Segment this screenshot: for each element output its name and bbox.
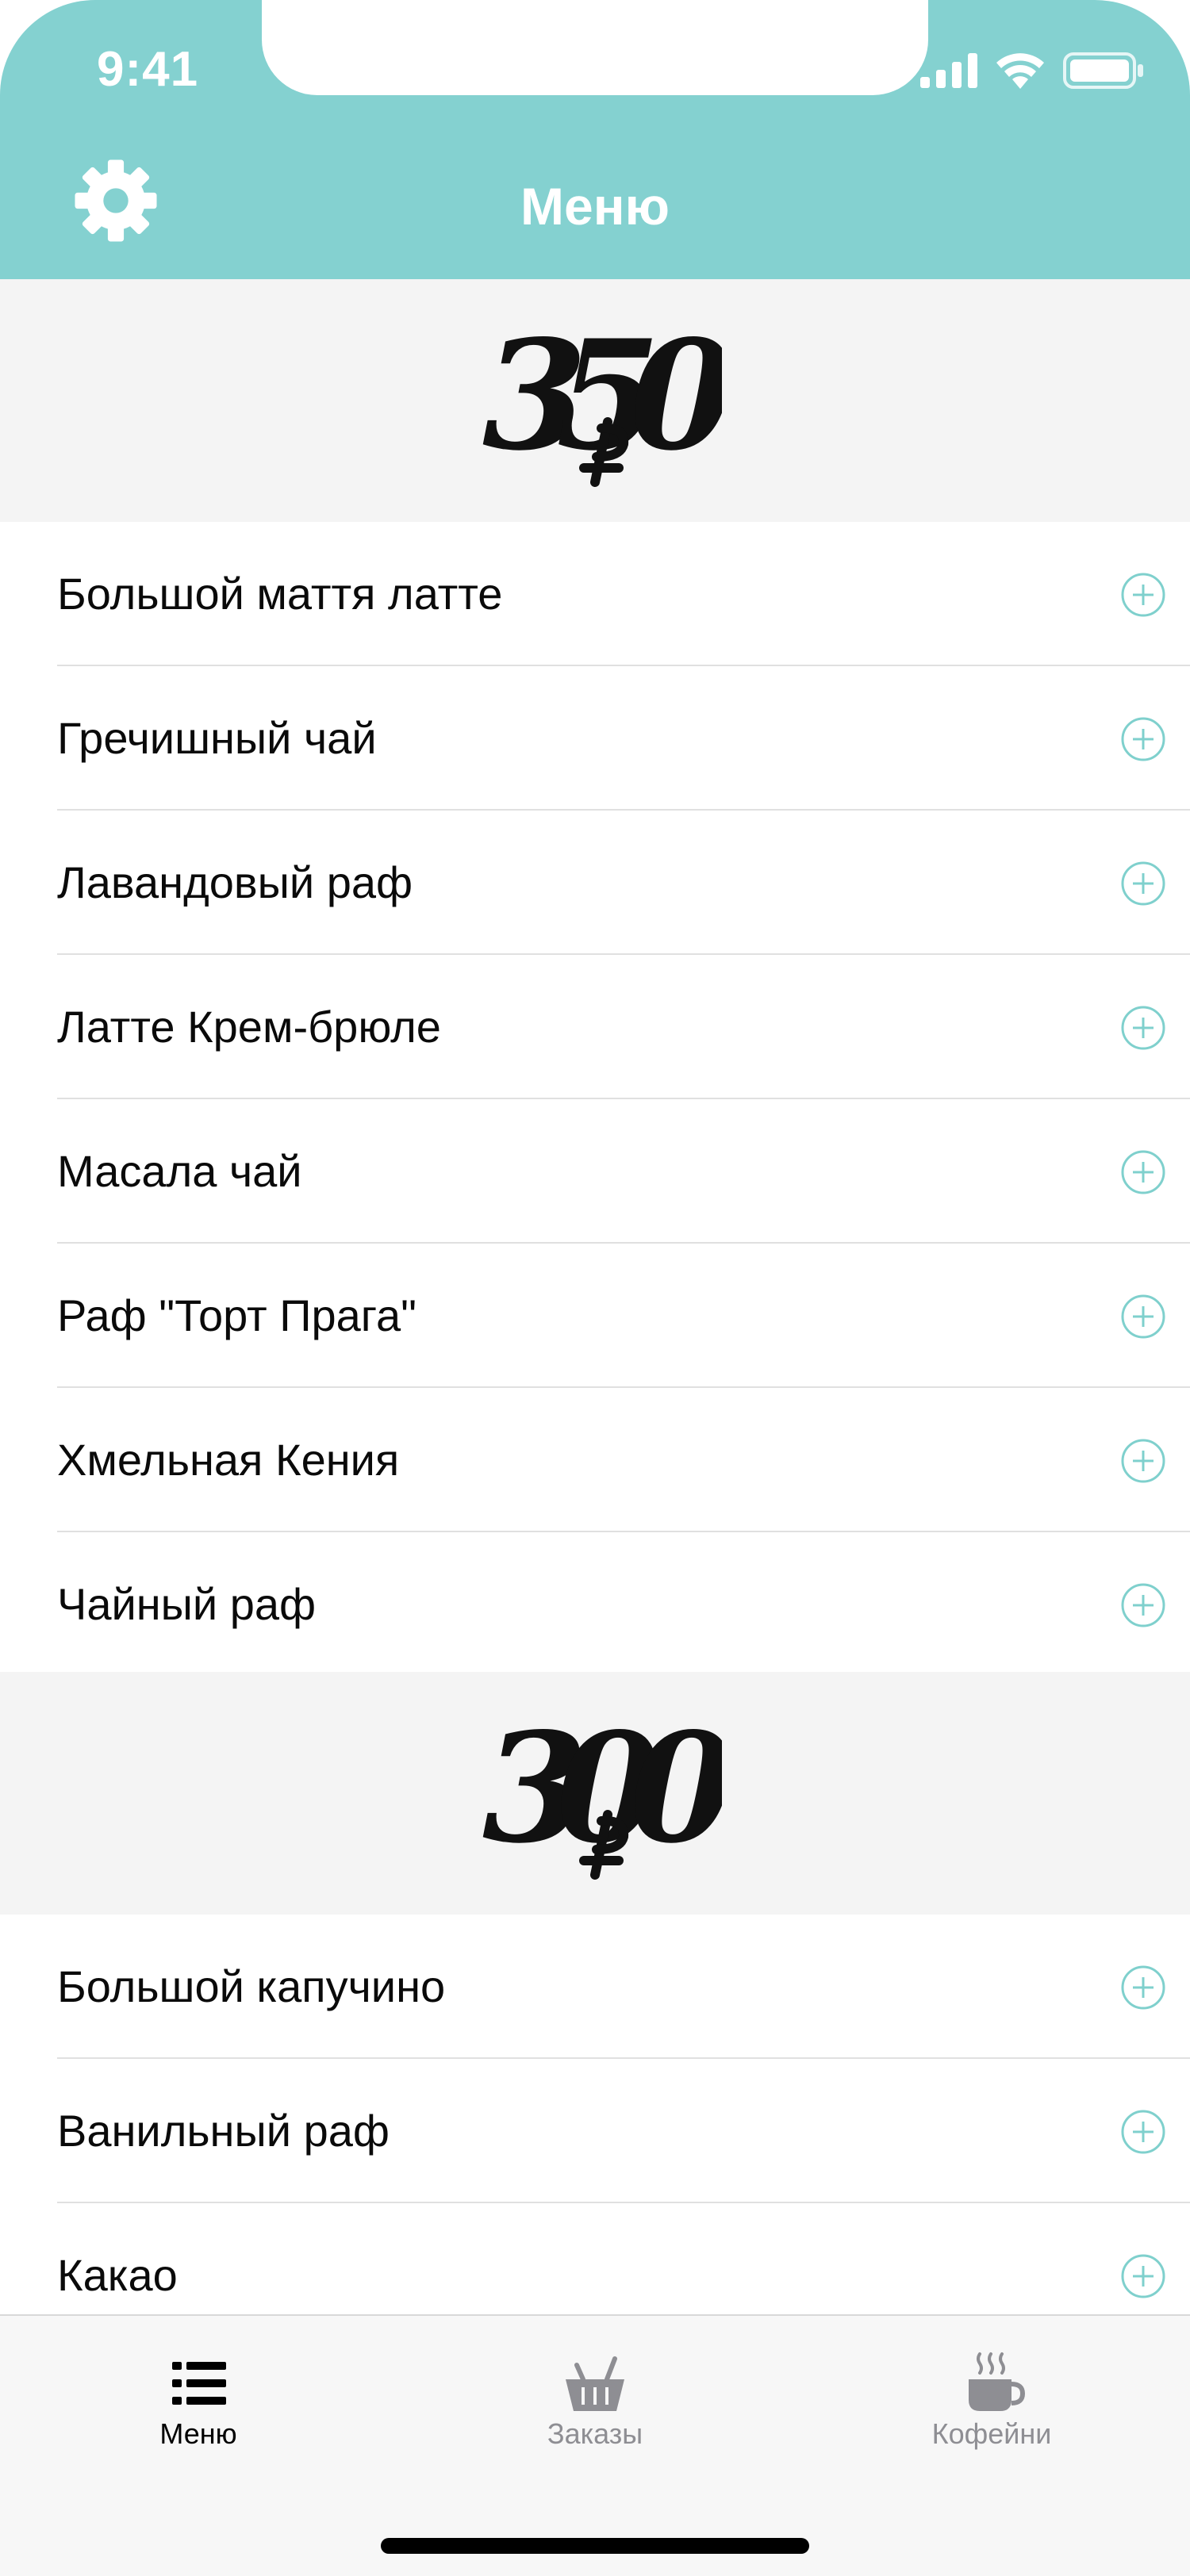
tab-bar: Меню Заказы Кофейни: [0, 2314, 1190, 2576]
add-circle-icon[interactable]: [1120, 1149, 1166, 1195]
page-title: Меню: [520, 177, 670, 236]
add-circle-icon[interactable]: [1120, 2253, 1166, 2299]
price-350-logo: 350: [482, 307, 722, 487]
cellular-signal-icon: [920, 53, 977, 88]
menu-item-name: Гречишный чай: [57, 713, 377, 763]
phone-screen: 9:41 Меню 350 Большой маття латте Гречиш…: [0, 0, 1190, 2576]
section-header-350: 350: [0, 279, 1190, 522]
menu-item-name: Лавандовый раф: [57, 857, 413, 907]
battery-icon: [1063, 52, 1143, 89]
add-circle-icon[interactable]: [1120, 1965, 1166, 2011]
list-icon: [172, 2362, 226, 2405]
menu-item-name: Чайный раф: [57, 1579, 317, 1629]
menu-item-row[interactable]: Латте Крем-брюле: [0, 955, 1190, 1099]
app-header: 9:41 Меню: [0, 0, 1190, 279]
add-circle-icon[interactable]: [1120, 716, 1166, 762]
add-circle-icon[interactable]: [1120, 572, 1166, 618]
menu-item-row[interactable]: Раф "Торт Прага": [0, 1244, 1190, 1388]
device-notch: [262, 0, 928, 95]
menu-item-name: Ванильный раф: [57, 2106, 390, 2156]
menu-item-name: Большой маття латте: [57, 569, 503, 619]
add-circle-icon[interactable]: [1120, 1005, 1166, 1051]
menu-item-name: Хмельная Кения: [57, 1435, 400, 1485]
section-header-300: 300: [0, 1672, 1190, 1915]
menu-item-row[interactable]: Большой капучино: [0, 1915, 1190, 2059]
add-circle-icon[interactable]: [1120, 2109, 1166, 2155]
home-indicator: [381, 2538, 809, 2554]
menu-item-row[interactable]: Гречишный чай: [0, 666, 1190, 811]
menu-item-name: Большой капучино: [57, 1961, 446, 2011]
menu-item-row[interactable]: Хмельная Кения: [0, 1388, 1190, 1532]
menu-item-name: Раф "Торт Прага": [57, 1290, 417, 1340]
coffee-cup-icon: [969, 2352, 1026, 2411]
tab-orders[interactable]: Заказы: [397, 2316, 793, 2474]
add-circle-icon[interactable]: [1120, 861, 1166, 907]
status-time: 9:41: [97, 42, 199, 97]
menu-item-name: Масала чай: [57, 1146, 302, 1196]
menu-item-row[interactable]: Масала чай: [0, 1099, 1190, 1244]
wifi-icon: [996, 53, 1044, 89]
tab-menu[interactable]: Меню: [0, 2316, 397, 2474]
tab-coffee-shops[interactable]: Кофейни: [793, 2316, 1190, 2474]
tab-label-orders: Заказы: [547, 2417, 643, 2450]
add-circle-icon[interactable]: [1120, 1294, 1166, 1340]
menu-item-row[interactable]: Чайный раф: [0, 1532, 1190, 1677]
menu-item-name: Латте Крем-брюле: [57, 1002, 441, 1052]
add-circle-icon[interactable]: [1120, 1438, 1166, 1484]
status-icons: [920, 52, 1144, 89]
basket-icon: [566, 2356, 624, 2411]
price-300-logo: 300: [482, 1700, 722, 1880]
menu-item-row[interactable]: Ванильный раф: [0, 2059, 1190, 2203]
add-circle-icon[interactable]: [1120, 1582, 1166, 1628]
menu-item-row[interactable]: Лавандовый раф: [0, 811, 1190, 955]
tab-label-menu: Меню: [159, 2417, 237, 2450]
tab-label-coffee-shops: Кофейни: [931, 2417, 1052, 2450]
menu-item-row[interactable]: Большой маття латте: [0, 522, 1190, 666]
